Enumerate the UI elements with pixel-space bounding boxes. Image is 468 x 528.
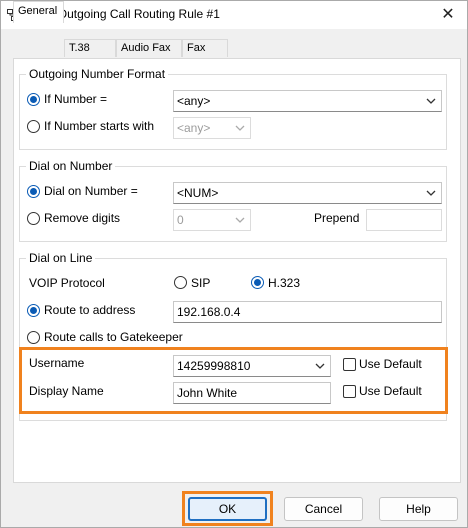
starts-with-value: <any> bbox=[177, 121, 211, 135]
username-value: 14259998810 bbox=[177, 359, 251, 373]
sip-label: SIP bbox=[191, 276, 211, 290]
use-default-username-label: Use Default bbox=[359, 357, 422, 371]
remove-digits-radio[interactable] bbox=[27, 212, 40, 225]
route-to-address-radio[interactable] bbox=[27, 304, 40, 317]
starts-with-combo[interactable]: <any> bbox=[173, 117, 251, 139]
group-title-outgoing-number-format: Outgoing Number Format bbox=[26, 67, 169, 81]
dial-on-number-radio[interactable] bbox=[27, 185, 40, 198]
username-label: Username bbox=[29, 356, 85, 370]
tab-audio-fax[interactable]: Audio Fax bbox=[116, 39, 182, 57]
chevron-down-icon bbox=[315, 363, 325, 369]
cancel-button[interactable]: Cancel bbox=[284, 497, 363, 521]
use-default-display-checkbox[interactable] bbox=[343, 385, 356, 398]
group-title-dial-on-number: Dial on Number bbox=[26, 159, 116, 173]
display-name-field[interactable]: John White bbox=[173, 382, 331, 404]
use-default-display-label: Use Default bbox=[359, 384, 422, 398]
remove-digits-label: Remove digits bbox=[44, 211, 121, 225]
route-gatekeeper-label: Route calls to Gatekeeper bbox=[44, 330, 183, 344]
h323-radio[interactable] bbox=[251, 276, 264, 289]
dialog-window: VOIP Outgoing Call Routing Rule #1 ✕ Gen… bbox=[0, 0, 468, 528]
remove-digits-value: 0 bbox=[177, 213, 184, 227]
chevron-down-icon bbox=[426, 98, 436, 104]
prepend-field[interactable] bbox=[366, 209, 442, 231]
if-number-value: <any> bbox=[177, 94, 211, 108]
remove-digits-combo[interactable]: 0 bbox=[173, 209, 251, 231]
use-default-username-checkbox[interactable] bbox=[343, 358, 356, 371]
display-name-label: Display Name bbox=[29, 384, 104, 398]
if-number-label: If Number = bbox=[44, 92, 108, 106]
prepend-label: Prepend bbox=[314, 211, 360, 225]
starts-with-label: If Number starts with bbox=[44, 119, 155, 133]
route-gatekeeper-radio[interactable] bbox=[27, 331, 40, 344]
if-number-combo[interactable]: <any> bbox=[173, 90, 442, 112]
dial-on-number-combo[interactable]: <NUM> bbox=[173, 182, 442, 204]
tab-t38-fax[interactable]: T.38 Fax bbox=[64, 39, 116, 70]
group-title-dial-on-line: Dial on Line bbox=[26, 251, 96, 265]
dial-on-number-label: Dial on Number = bbox=[44, 184, 138, 198]
username-combo[interactable]: 14259998810 bbox=[173, 355, 331, 377]
route-to-address-label: Route to address bbox=[44, 303, 136, 317]
title-bar: VOIP Outgoing Call Routing Rule #1 ✕ bbox=[1, 1, 467, 29]
chevron-down-icon bbox=[235, 125, 245, 131]
sip-radio[interactable] bbox=[174, 276, 187, 289]
starts-with-radio[interactable] bbox=[27, 120, 40, 133]
tab-general[interactable]: General bbox=[13, 1, 64, 23]
ok-button[interactable]: OK bbox=[188, 497, 267, 521]
chevron-down-icon bbox=[235, 217, 245, 223]
route-to-address-field[interactable]: 192.168.0.4 bbox=[173, 301, 442, 323]
voip-protocol-label: VOIP Protocol bbox=[29, 276, 105, 290]
if-number-radio[interactable] bbox=[27, 93, 40, 106]
h323-label: H.323 bbox=[268, 276, 301, 290]
close-button[interactable]: ✕ bbox=[437, 5, 459, 25]
dial-on-number-value: <NUM> bbox=[177, 186, 219, 200]
tab-fax[interactable]: Fax bbox=[182, 39, 228, 57]
help-button[interactable]: Help bbox=[379, 497, 458, 521]
chevron-down-icon bbox=[426, 190, 436, 196]
